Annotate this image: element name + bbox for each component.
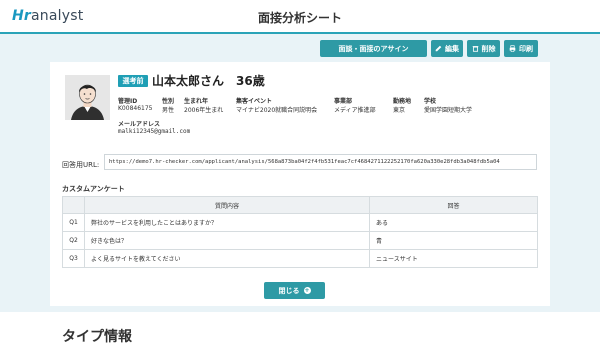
- printer-icon: [509, 45, 516, 52]
- survey-header-question: 質問内容: [84, 196, 370, 214]
- birth-value: 2006年生まれ: [184, 107, 224, 114]
- table-row: Q1 弊社のサービスを利用したことはありますか？ ある: [62, 213, 538, 232]
- assign-button[interactable]: 面談・面接のアサイン: [320, 40, 427, 57]
- status-badge: 選考前: [118, 75, 148, 87]
- question-text: 弊社のサービスを利用したことはありますか？: [84, 213, 370, 232]
- birth-label: 生まれ年: [184, 98, 209, 105]
- event-value: マイナビ2020就職合同説明会: [236, 107, 318, 114]
- close-button-label: 閉じる: [278, 286, 300, 295]
- trash-icon: [472, 46, 478, 52]
- location-value: 東京: [393, 107, 406, 114]
- dept-value: メディア推進部: [334, 107, 376, 114]
- email-value[interactable]: malki12345@gmail.com: [118, 128, 190, 135]
- survey-title: カスタムアンケート: [62, 185, 125, 193]
- event-label: 集客イベント: [236, 98, 273, 105]
- answer-text: ある: [369, 213, 538, 232]
- gender-label: 性別: [162, 98, 175, 105]
- location-label: 勤務地: [393, 98, 412, 105]
- gender-value: 男性: [162, 107, 175, 114]
- print-button-label: 印刷: [519, 44, 533, 53]
- school-value: 愛国学園短期大学: [424, 107, 473, 114]
- avatar: [65, 75, 110, 120]
- close-button[interactable]: 閉じる +: [264, 282, 325, 299]
- delete-button[interactable]: 削除: [467, 40, 500, 57]
- question-number: Q3: [62, 249, 85, 268]
- manage-id-label: 管理ID: [118, 98, 138, 105]
- answer-text: ニュースサイト: [369, 249, 538, 268]
- table-row: Q2 好きな色は？ 青: [62, 231, 538, 250]
- edit-button[interactable]: 編集: [431, 40, 463, 57]
- app-header: Hranalyst 面接分析シート: [0, 0, 600, 34]
- question-number: Q1: [62, 213, 85, 232]
- person-icon: [65, 75, 110, 120]
- dept-label: 事業部: [334, 98, 353, 105]
- survey-header-answer: 回答: [369, 196, 538, 214]
- applicant-name: 山本太郎さん 36歳: [152, 74, 265, 88]
- plus-circle-icon: +: [303, 287, 311, 294]
- delete-button-label: 削除: [481, 44, 496, 53]
- question-number: Q2: [62, 231, 85, 250]
- survey-header-row: 質問内容 回答: [62, 196, 538, 214]
- survey-table: 質問内容 回答 Q1 弊社のサービスを利用したことはありますか？ ある Q2 好…: [62, 196, 538, 268]
- answer-text: 青: [369, 231, 538, 250]
- email-label: メールアドレス: [118, 121, 161, 128]
- type-info-heading: タイプ情報: [62, 329, 132, 345]
- school-label: 学校: [424, 98, 437, 105]
- manage-id-value: K00846175: [118, 105, 153, 112]
- answer-url-field[interactable]: https://demo7.hr-checker.com/applicant/a…: [104, 154, 537, 170]
- edit-button-label: 編集: [445, 44, 459, 53]
- answer-url-label: 回答用URL:: [62, 161, 100, 169]
- page-title: 面接分析シート: [257, 11, 342, 25]
- table-row: Q3 よく見るサイトを教えてください ニュースサイト: [62, 249, 538, 268]
- question-text: よく見るサイトを教えてください: [84, 249, 370, 268]
- survey-header-num: [62, 196, 85, 214]
- print-button[interactable]: 印刷: [504, 40, 538, 57]
- pencil-icon: [435, 45, 442, 52]
- question-text: 好きな色は？: [84, 231, 370, 250]
- assign-button-label: 面談・面接のアサイン: [338, 44, 409, 53]
